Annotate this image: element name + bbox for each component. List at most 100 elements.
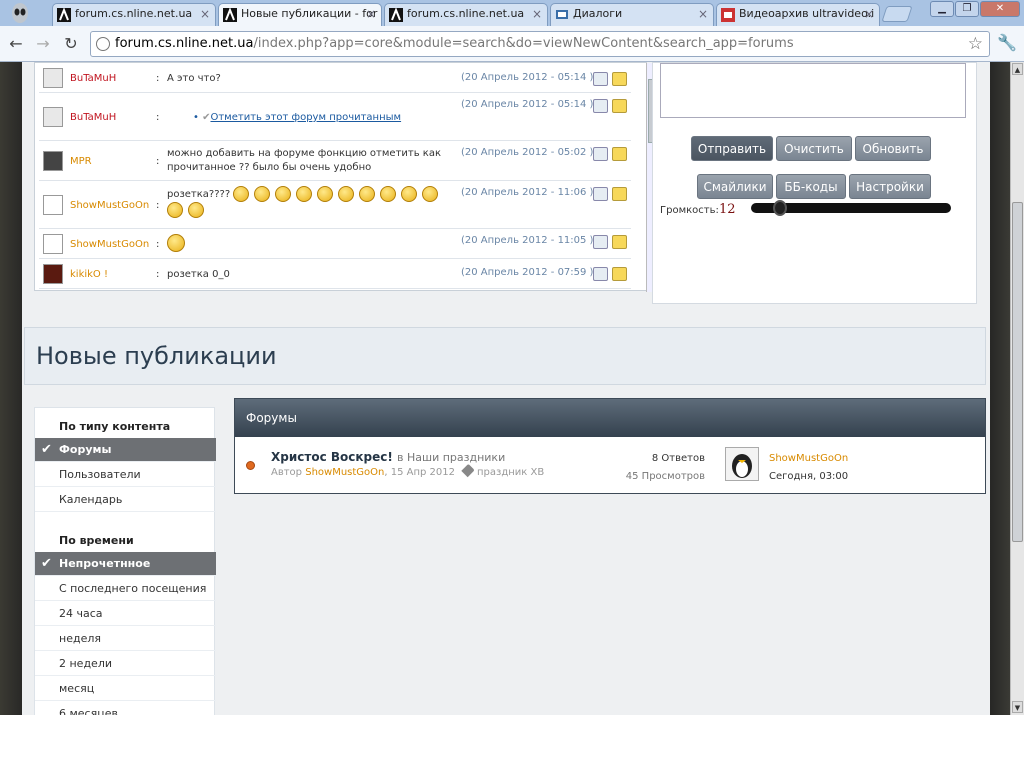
filter-forums[interactable]: ✔ Форумы xyxy=(35,438,216,462)
filter-6-months[interactable]: 6 месяцев xyxy=(35,702,216,715)
chat-message xyxy=(167,234,457,252)
refresh-button[interactable]: Обновить xyxy=(855,136,931,161)
bbcodes-button[interactable]: ББ-коды xyxy=(776,174,846,199)
address-bar[interactable]: forum.cs.nline.net.ua/index.php?app=core… xyxy=(90,31,990,57)
search-icon[interactable] xyxy=(593,187,608,201)
url-host: forum.cs.nline.net.ua xyxy=(115,36,254,51)
search-icon[interactable] xyxy=(593,72,608,86)
page-scroll-thumb[interactable] xyxy=(1012,202,1023,542)
close-window-button[interactable]: ✕ xyxy=(980,1,1020,17)
filter-since-last-visit[interactable]: С последнего посещения xyxy=(35,577,216,601)
clear-button[interactable]: Очистить xyxy=(776,136,852,161)
bookmark-star-icon[interactable]: ☆ xyxy=(968,32,983,56)
maximize-button[interactable]: ❐ xyxy=(955,1,979,17)
tab-label: Новые публикации - for xyxy=(241,7,378,20)
back-button[interactable]: ← xyxy=(5,33,27,55)
message-textarea[interactable] xyxy=(660,63,966,118)
volume-value: 12 xyxy=(719,202,736,217)
volume-slider[interactable] xyxy=(751,200,951,216)
search-icon[interactable] xyxy=(593,235,608,249)
filter-label: месяц xyxy=(59,682,95,695)
wrench-icon[interactable]: 🔧 xyxy=(997,33,1017,52)
tab-close-icon[interactable]: × xyxy=(698,7,708,21)
chat-row: ShowMustGoOn : розетка???? (20 Апрель 20… xyxy=(39,181,631,229)
edit-icon[interactable] xyxy=(612,187,627,201)
page-viewport: BuTaMuH : А это что? (20 Апрель 2012 - 0… xyxy=(0,62,1010,715)
chat-time: (20 Апрель 2012 - 05:14 ) xyxy=(461,72,594,83)
filter-month[interactable]: месяц xyxy=(35,677,216,701)
chat-time: (20 Апрель 2012 - 05:02 ) xyxy=(461,147,594,158)
filter-users[interactable]: Пользователи xyxy=(35,463,216,487)
chat-message: • ✔Отметить этот форум прочитанным xyxy=(167,111,457,125)
send-button[interactable]: Отправить xyxy=(691,136,773,161)
chat-nick[interactable]: ShowMustGoOn xyxy=(70,239,149,250)
last-poster-avatar[interactable] xyxy=(725,447,759,481)
chat-message: можно добавить на форуме фонкцию отметит… xyxy=(167,148,441,173)
smiley-icon xyxy=(296,186,313,202)
filter-24h[interactable]: 24 часа xyxy=(35,602,216,626)
forum-link[interactable]: Наши праздники xyxy=(407,451,505,464)
tab-close-icon[interactable]: × xyxy=(366,7,376,21)
filter-label: 24 часа xyxy=(59,607,103,620)
settings-button[interactable]: Настройки xyxy=(849,174,931,199)
tab-label: forum.cs.nline.net.ua xyxy=(75,7,193,20)
forward-button[interactable]: → xyxy=(32,33,54,55)
results-heading: Форумы xyxy=(235,399,985,437)
minimize-button[interactable]: ▁ xyxy=(930,1,954,17)
video-favicon-icon xyxy=(721,8,735,22)
edit-icon[interactable] xyxy=(612,235,627,249)
reload-button[interactable]: ↻ xyxy=(60,33,82,55)
chat-colon: : xyxy=(156,200,160,211)
filter-calendar[interactable]: Календарь xyxy=(35,488,216,512)
chat-nick[interactable]: MPR xyxy=(70,156,92,167)
chat-nick[interactable]: ShowMustGoOn xyxy=(70,200,149,211)
scroll-down-icon[interactable]: ▼ xyxy=(1012,701,1023,713)
smiley-icon xyxy=(233,186,250,202)
tab-forum-2[interactable]: forum.cs.nline.net.ua × xyxy=(384,3,548,26)
page-scrollbar[interactable]: ▲ ▼ xyxy=(1010,62,1024,715)
shoutbox-controls: Отправить Очистить Обновить Смайлики ББ-… xyxy=(652,62,977,304)
chat-row: ShowMustGoOn : (20 Апрель 2012 - 11:05 ) xyxy=(39,229,631,259)
smileys-button[interactable]: Смайлики xyxy=(697,174,773,199)
search-icon[interactable] xyxy=(593,267,608,281)
tab-forum-1[interactable]: forum.cs.nline.net.ua × xyxy=(52,3,216,26)
chat-message: А это что? xyxy=(167,73,221,84)
edit-icon[interactable] xyxy=(612,147,627,161)
filter-label: Календарь xyxy=(59,493,123,506)
tag-icon xyxy=(461,463,475,478)
new-tab-button[interactable] xyxy=(881,6,913,22)
tab-close-icon[interactable]: × xyxy=(532,7,542,21)
tab-label: Видеоархив ultravideo.i xyxy=(739,7,875,20)
filter-unread[interactable]: ✔ Непрочетнное xyxy=(35,552,216,576)
filter-label: 2 недели xyxy=(59,657,113,670)
page-title: Новые публикации xyxy=(36,342,277,370)
chat-nick[interactable]: BuTaMuH xyxy=(70,73,116,84)
tab-dialogs[interactable]: Диалоги × xyxy=(550,3,714,26)
cs-favicon-icon xyxy=(223,7,237,22)
tab-close-icon[interactable]: × xyxy=(200,7,210,21)
edit-icon[interactable] xyxy=(612,72,627,86)
filter-2-weeks[interactable]: 2 недели xyxy=(35,652,216,676)
tab-close-icon[interactable]: × xyxy=(864,7,874,21)
tab-new-content[interactable]: Новые публикации - for × xyxy=(218,3,382,26)
filter-label: Пользователи xyxy=(59,468,141,481)
volume-slider-knob[interactable] xyxy=(773,200,788,216)
author-link[interactable]: ShowMustGoOn xyxy=(305,467,384,478)
last-poster-link[interactable]: ShowMustGoOn xyxy=(769,450,848,468)
chat-nick[interactable]: BuTaMuH xyxy=(70,112,116,123)
smiley-icon xyxy=(188,202,204,218)
mark-read-link[interactable]: Отметить этот форум прочитанным xyxy=(210,112,401,123)
scroll-up-icon[interactable]: ▲ xyxy=(1012,63,1023,75)
edit-icon[interactable] xyxy=(612,99,627,113)
filter-label: неделя xyxy=(59,632,101,645)
search-icon[interactable] xyxy=(593,99,608,113)
topic-title-link[interactable]: Христос Воскрес! xyxy=(271,450,393,464)
search-icon[interactable] xyxy=(593,147,608,161)
tab-videoarchive[interactable]: Видеоархив ultravideo.i × xyxy=(716,3,880,26)
topic-row: Христос Воскрес! в Наши праздники Автор … xyxy=(235,437,985,493)
smiley-icon xyxy=(338,186,355,202)
chat-nick[interactable]: kikikO ! xyxy=(70,269,108,280)
edit-icon[interactable] xyxy=(612,267,627,281)
filter-week[interactable]: неделя xyxy=(35,627,216,651)
tag-link[interactable]: праздник ХВ xyxy=(477,467,544,478)
